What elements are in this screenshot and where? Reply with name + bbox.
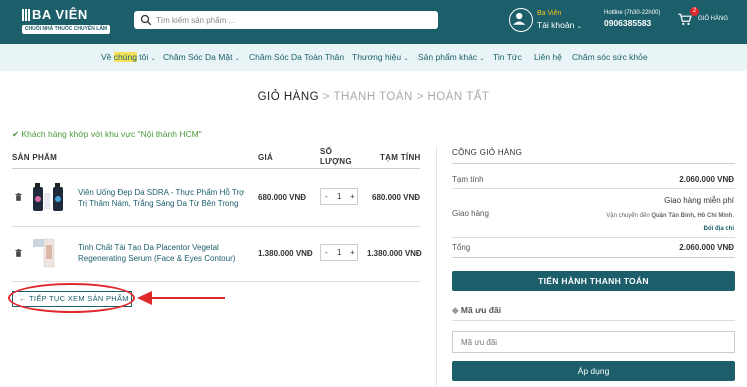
step-separator: > <box>322 91 331 103</box>
account-label: Tài khoản ⌄ <box>537 20 582 30</box>
row-divider <box>12 281 420 282</box>
quantity-value[interactable]: 1 <box>337 192 341 201</box>
step-complete: HOÀN TẤT <box>427 91 490 103</box>
minus-button[interactable]: - <box>325 248 328 257</box>
hotline-number: 0906385583 <box>604 18 652 28</box>
minus-button[interactable]: - <box>325 192 328 201</box>
shipping-value: Giao hàng miễn phí <box>664 196 734 205</box>
product-name-link[interactable]: Tinh Chất Tái Tạo Da Placentor Vegetal R… <box>78 242 253 264</box>
column-divider <box>436 146 437 387</box>
chevron-down-icon: ⌄ <box>234 56 240 62</box>
total-value: 2.060.000 VNĐ <box>679 243 734 252</box>
item-price: 680.000 VNĐ <box>258 193 307 202</box>
checkout-steps: GIỎ HÀNG > THANH TOÁN > HOÀN TẤT <box>0 91 747 103</box>
totals-divider <box>452 188 735 189</box>
nav-item-contact[interactable]: Liên hệ <box>534 52 562 62</box>
cart-button[interactable]: 2 GIỎ HÀNG <box>678 7 738 31</box>
cart-icon <box>678 13 692 26</box>
step-cart: GIỎ HÀNG <box>257 91 320 103</box>
item-price: 1.380.000 VNĐ <box>258 249 313 258</box>
product-image[interactable] <box>32 235 66 271</box>
totals-divider <box>452 163 735 164</box>
col-header-subtotal: TẠM TÍNH <box>380 153 421 162</box>
cart-totals-title: CỘNG GIỎ HÀNG <box>452 148 523 157</box>
plus-button[interactable]: + <box>350 192 355 201</box>
quantity-stepper[interactable]: - 1 + <box>320 188 358 205</box>
tag-icon: ◆ <box>452 305 459 315</box>
trash-icon[interactable] <box>15 249 22 257</box>
promo-divider <box>452 320 735 321</box>
plus-button[interactable]: + <box>350 248 355 257</box>
row-divider <box>12 226 420 227</box>
hotline[interactable]: Hotline (7h30-22h00) 0906385583 <box>604 10 674 28</box>
nav-item-body-care[interactable]: Chăm Sóc Da Toàn Thân <box>249 52 344 62</box>
nav-item-face-care[interactable]: Chăm Sóc Da Mặt ⌄ <box>163 52 240 62</box>
quantity-stepper[interactable]: - 1 + <box>320 244 358 261</box>
search-icon[interactable] <box>140 14 152 26</box>
site-header: BA VIÊN CHUỖI NHÀ THUỐC CHUYÊN LÀM ĐẸP B… <box>0 0 747 44</box>
nav-item-other-products[interactable]: Sản phẩm khác ⌄ <box>418 52 484 62</box>
product-name-link[interactable]: Viên Uống Đẹp Da SDRA - Thực Phẩm Hỗ Trợ… <box>78 187 253 209</box>
col-header-price: GIÁ <box>258 153 274 162</box>
cart-count-badge: 2 <box>690 7 699 16</box>
highlight-ellipse <box>8 283 135 313</box>
shipping-label: Giao hàng <box>452 209 489 218</box>
quantity-value[interactable]: 1 <box>337 248 341 257</box>
totals-divider <box>452 237 735 238</box>
chevron-down-icon: ⌄ <box>576 24 582 30</box>
total-label: Tổng <box>452 243 471 252</box>
site-logo[interactable]: BA VIÊN CHUỖI NHÀ THUỐC CHUYÊN LÀM ĐẸP <box>22 7 110 41</box>
col-header-product: SẢN PHẨM <box>12 153 58 162</box>
logo-icon <box>22 8 31 21</box>
subtotal-label: Tạm tính <box>452 175 484 184</box>
item-subtotal: 680.000 VNĐ <box>372 193 421 202</box>
chevron-down-icon: ⌄ <box>479 56 485 62</box>
cart-label: GIỎ HÀNG <box>698 16 729 22</box>
promo-code-input[interactable] <box>452 331 735 353</box>
shipping-note: Vận chuyển đến Quận Tân Bình, Hồ Chí Min… <box>606 213 734 219</box>
nav-item-health-care[interactable]: Chăm sóc sức khỏe <box>572 52 648 62</box>
step-checkout[interactable]: THANH TOÁN <box>334 91 413 103</box>
red-arrow-icon <box>137 291 225 305</box>
check-icon: ✔ <box>12 129 20 139</box>
hotline-label: Hotline (7h30-22h00) <box>604 10 661 16</box>
nav-item-brands[interactable]: Thương hiệu ⌄ <box>352 52 408 62</box>
region-notice: ✔ Khách hàng khớp với khu vực "Nội thành… <box>12 129 202 139</box>
product-image[interactable] <box>32 181 70 215</box>
logo-tagline: CHUỖI NHÀ THUỐC CHUYÊN LÀM ĐẸP <box>22 25 110 41</box>
change-address-link[interactable]: Đổi địa chỉ <box>704 226 734 232</box>
checkout-button[interactable]: TIẾN HÀNH THANH TOÁN <box>452 271 735 291</box>
trash-icon[interactable] <box>15 193 22 201</box>
col-header-qty: SỐ LƯỢNG <box>320 147 352 166</box>
item-subtotal: 1.380.000 VNĐ <box>367 249 422 258</box>
promo-title: ◆ Mã ưu đãi <box>452 305 502 315</box>
header-divider <box>12 168 420 169</box>
chevron-down-icon: ⌄ <box>150 56 156 62</box>
nav-item-news[interactable]: Tin Tức <box>493 52 522 62</box>
search-input[interactable] <box>156 13 432 27</box>
search-box <box>134 11 438 29</box>
account-name: Ba Viên <box>537 10 562 17</box>
nav-item-about[interactable]: Về chúng tôi ⌄ <box>101 52 156 62</box>
step-separator: > <box>416 91 424 103</box>
apply-coupon-button[interactable]: Áp dụng <box>452 361 735 381</box>
totals-divider <box>452 257 735 258</box>
subtotal-value: 2.060.000 VNĐ <box>679 175 734 184</box>
account-menu[interactable]: Ba Viên Tài khoản ⌄ <box>509 8 591 36</box>
user-icon <box>509 8 533 32</box>
chevron-down-icon: ⌄ <box>403 56 409 62</box>
logo-name: BA VIÊN <box>32 7 88 22</box>
main-nav: Về chúng tôi ⌄ Chăm Sóc Da Mặt ⌄ Chăm Só… <box>0 44 747 71</box>
